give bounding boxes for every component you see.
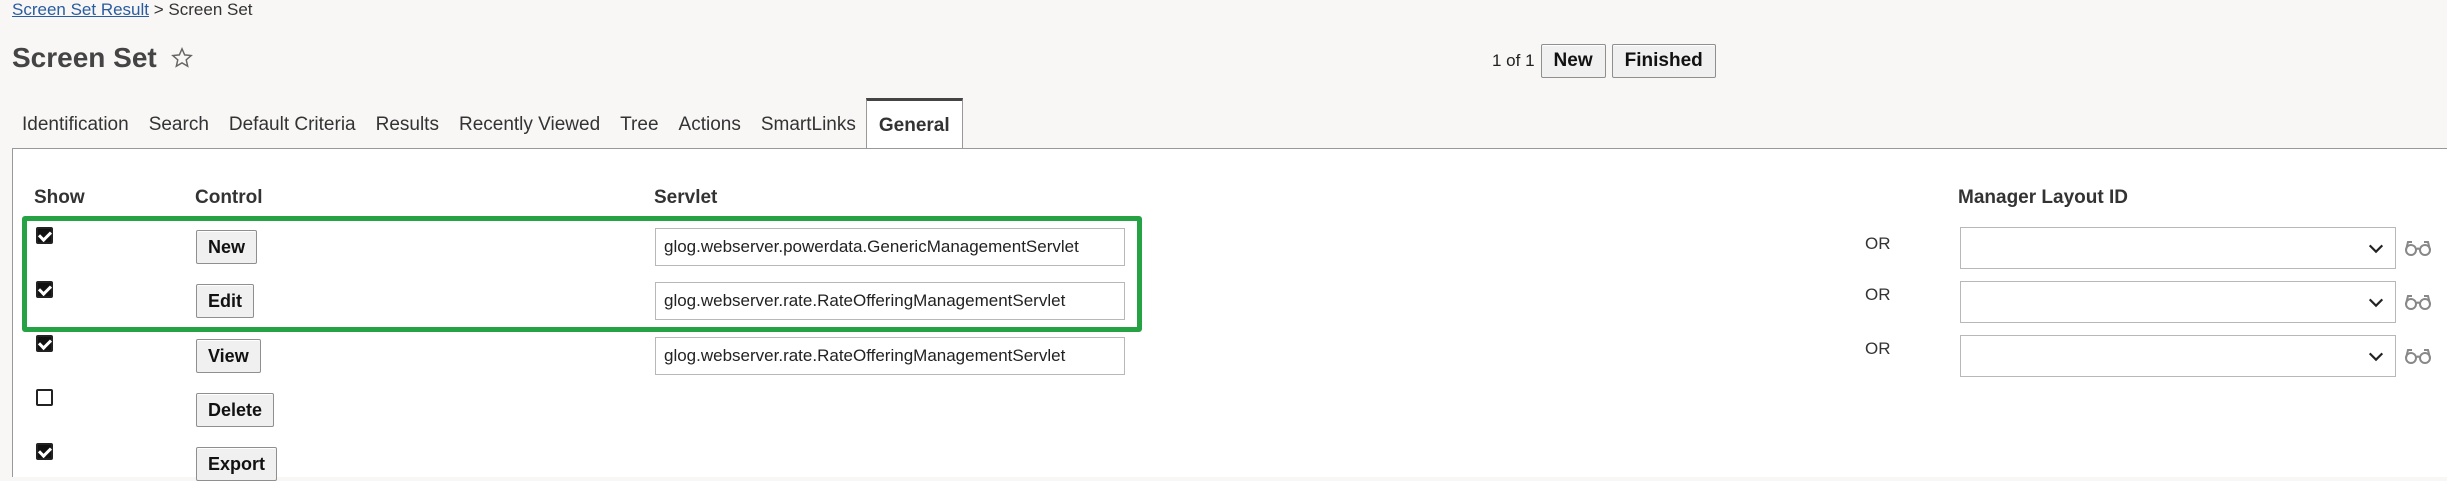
show-checkbox-export[interactable] — [36, 443, 53, 460]
show-checkbox-new[interactable] — [36, 227, 53, 244]
control-button-view[interactable]: View — [196, 339, 261, 373]
control-button-export[interactable]: Export — [196, 447, 278, 481]
column-header-control: Control — [195, 187, 263, 208]
glasses-icon[interactable] — [2403, 238, 2433, 258]
new-button[interactable]: New — [1540, 44, 1606, 78]
control-button-edit[interactable]: Edit — [196, 284, 254, 318]
servlet-input-view[interactable]: glog.webserver.rate.RateOfferingManageme… — [655, 337, 1125, 375]
chevron-down-icon — [2368, 352, 2384, 362]
general-panel: Show Control Servlet Manager Layout ID N… — [12, 148, 2447, 481]
finished-button[interactable]: Finished — [1611, 44, 1716, 78]
control-button-delete[interactable]: Delete — [196, 393, 275, 427]
or-label: OR — [1865, 339, 1891, 358]
show-checkbox-view[interactable] — [36, 335, 53, 352]
servlet-input-edit[interactable]: glog.webserver.rate.RateOfferingManageme… — [655, 282, 1125, 320]
breadcrumb-current: Screen Set — [168, 0, 253, 19]
chevron-down-icon — [2368, 298, 2384, 308]
page-title-row: Screen Set — [12, 40, 193, 76]
glasses-icon[interactable] — [2403, 346, 2433, 366]
show-checkbox-edit[interactable] — [36, 281, 53, 298]
control-button-new[interactable]: New — [196, 230, 258, 264]
manager-layout-select-view[interactable] — [1960, 335, 2396, 377]
tab-tree[interactable]: Tree — [610, 101, 668, 149]
column-header-show: Show — [34, 187, 85, 208]
tab-results[interactable]: Results — [366, 101, 449, 149]
manager-layout-select-edit[interactable] — [1960, 281, 2396, 323]
show-checkbox-delete[interactable] — [36, 389, 53, 406]
tab-identification[interactable]: Identification — [12, 101, 139, 149]
tab-actions[interactable]: Actions — [669, 101, 751, 149]
breadcrumb-separator: > — [153, 0, 164, 19]
column-header-manager-layout-id: Manager Layout ID — [1958, 187, 2128, 208]
manager-layout-select-new[interactable] — [1960, 227, 2396, 269]
tab-general[interactable]: General — [865, 98, 963, 150]
or-label: OR — [1865, 285, 1891, 304]
tab-smartlinks[interactable]: SmartLinks — [751, 101, 866, 149]
or-label: OR — [1865, 234, 1891, 253]
breadcrumb: Screen Set Result > Screen Set — [12, 0, 253, 22]
tab-default-criteria[interactable]: Default Criteria — [219, 101, 366, 149]
record-count: 1 of 1 — [1492, 51, 1535, 70]
glasses-icon[interactable] — [2403, 292, 2433, 312]
breadcrumb-link-screen-set-result[interactable]: Screen Set Result — [12, 0, 149, 19]
column-header-servlet: Servlet — [654, 187, 718, 208]
page-title: Screen Set — [12, 42, 157, 73]
star-icon[interactable] — [170, 47, 193, 69]
tab-recently-viewed[interactable]: Recently Viewed — [449, 101, 610, 149]
tab-bar: Identification Search Default Criteria R… — [12, 97, 2447, 150]
paging-controls: 1 of 1 New Finished — [1492, 44, 1716, 78]
tab-search[interactable]: Search — [139, 101, 219, 149]
chevron-down-icon — [2368, 244, 2384, 254]
servlet-input-new[interactable]: glog.webserver.powerdata.GenericManageme… — [655, 228, 1125, 266]
